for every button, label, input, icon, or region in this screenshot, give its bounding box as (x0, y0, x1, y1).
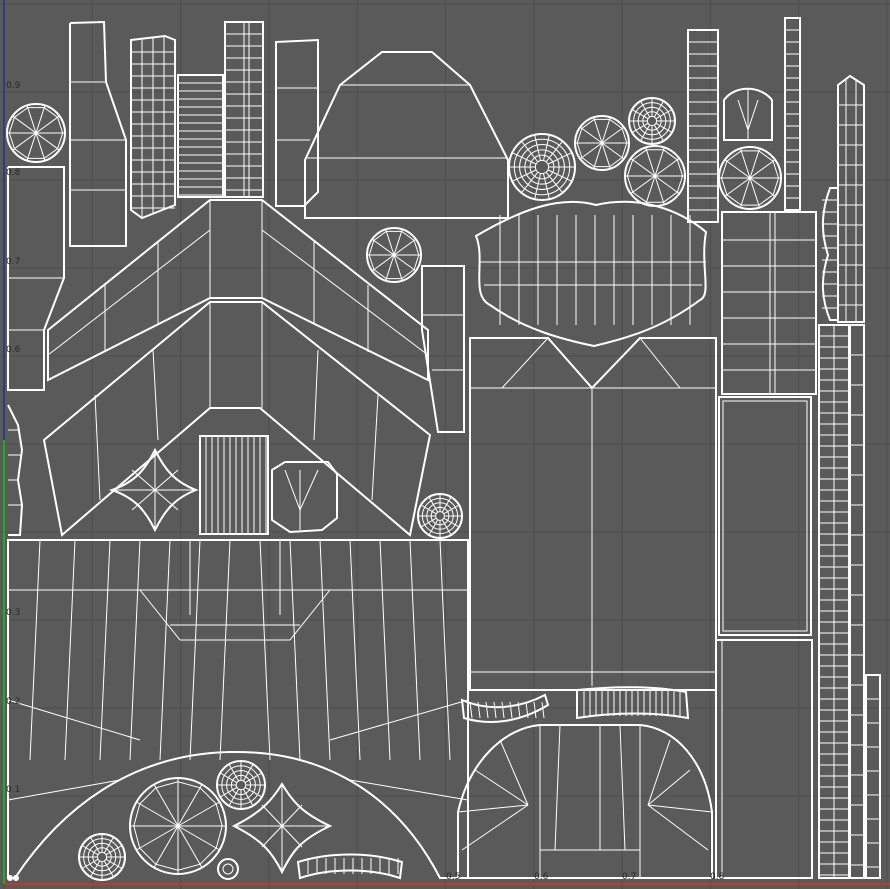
v-tick-label: 0.6 (6, 345, 21, 355)
v-tick-label: 0.2 (6, 697, 21, 707)
uv-editor-viewport[interactable]: 0.9 0.8 0.7 0.6 0.3 0.2 0.1 0.5 0.6 0.7 … (0, 0, 890, 889)
v-tick-label: 0.9 (6, 81, 21, 91)
v-tick-label: 0.1 (6, 785, 21, 795)
v-tick-label: 0.8 (6, 168, 21, 178)
u-tick-label: 0.5 (446, 872, 461, 882)
uv-island-bottom-circle-large (129, 777, 227, 875)
v-tick-label: 0.3 (6, 608, 21, 618)
v-tick-label: 0.7 (6, 257, 21, 267)
u-tick-label: 0.8 (710, 872, 725, 882)
u-tick-label: 0.7 (622, 872, 637, 882)
u-tick-label: 0.6 (534, 872, 549, 882)
uv-cursor-origin (7, 875, 13, 881)
uv-canvas[interactable] (0, 0, 890, 889)
